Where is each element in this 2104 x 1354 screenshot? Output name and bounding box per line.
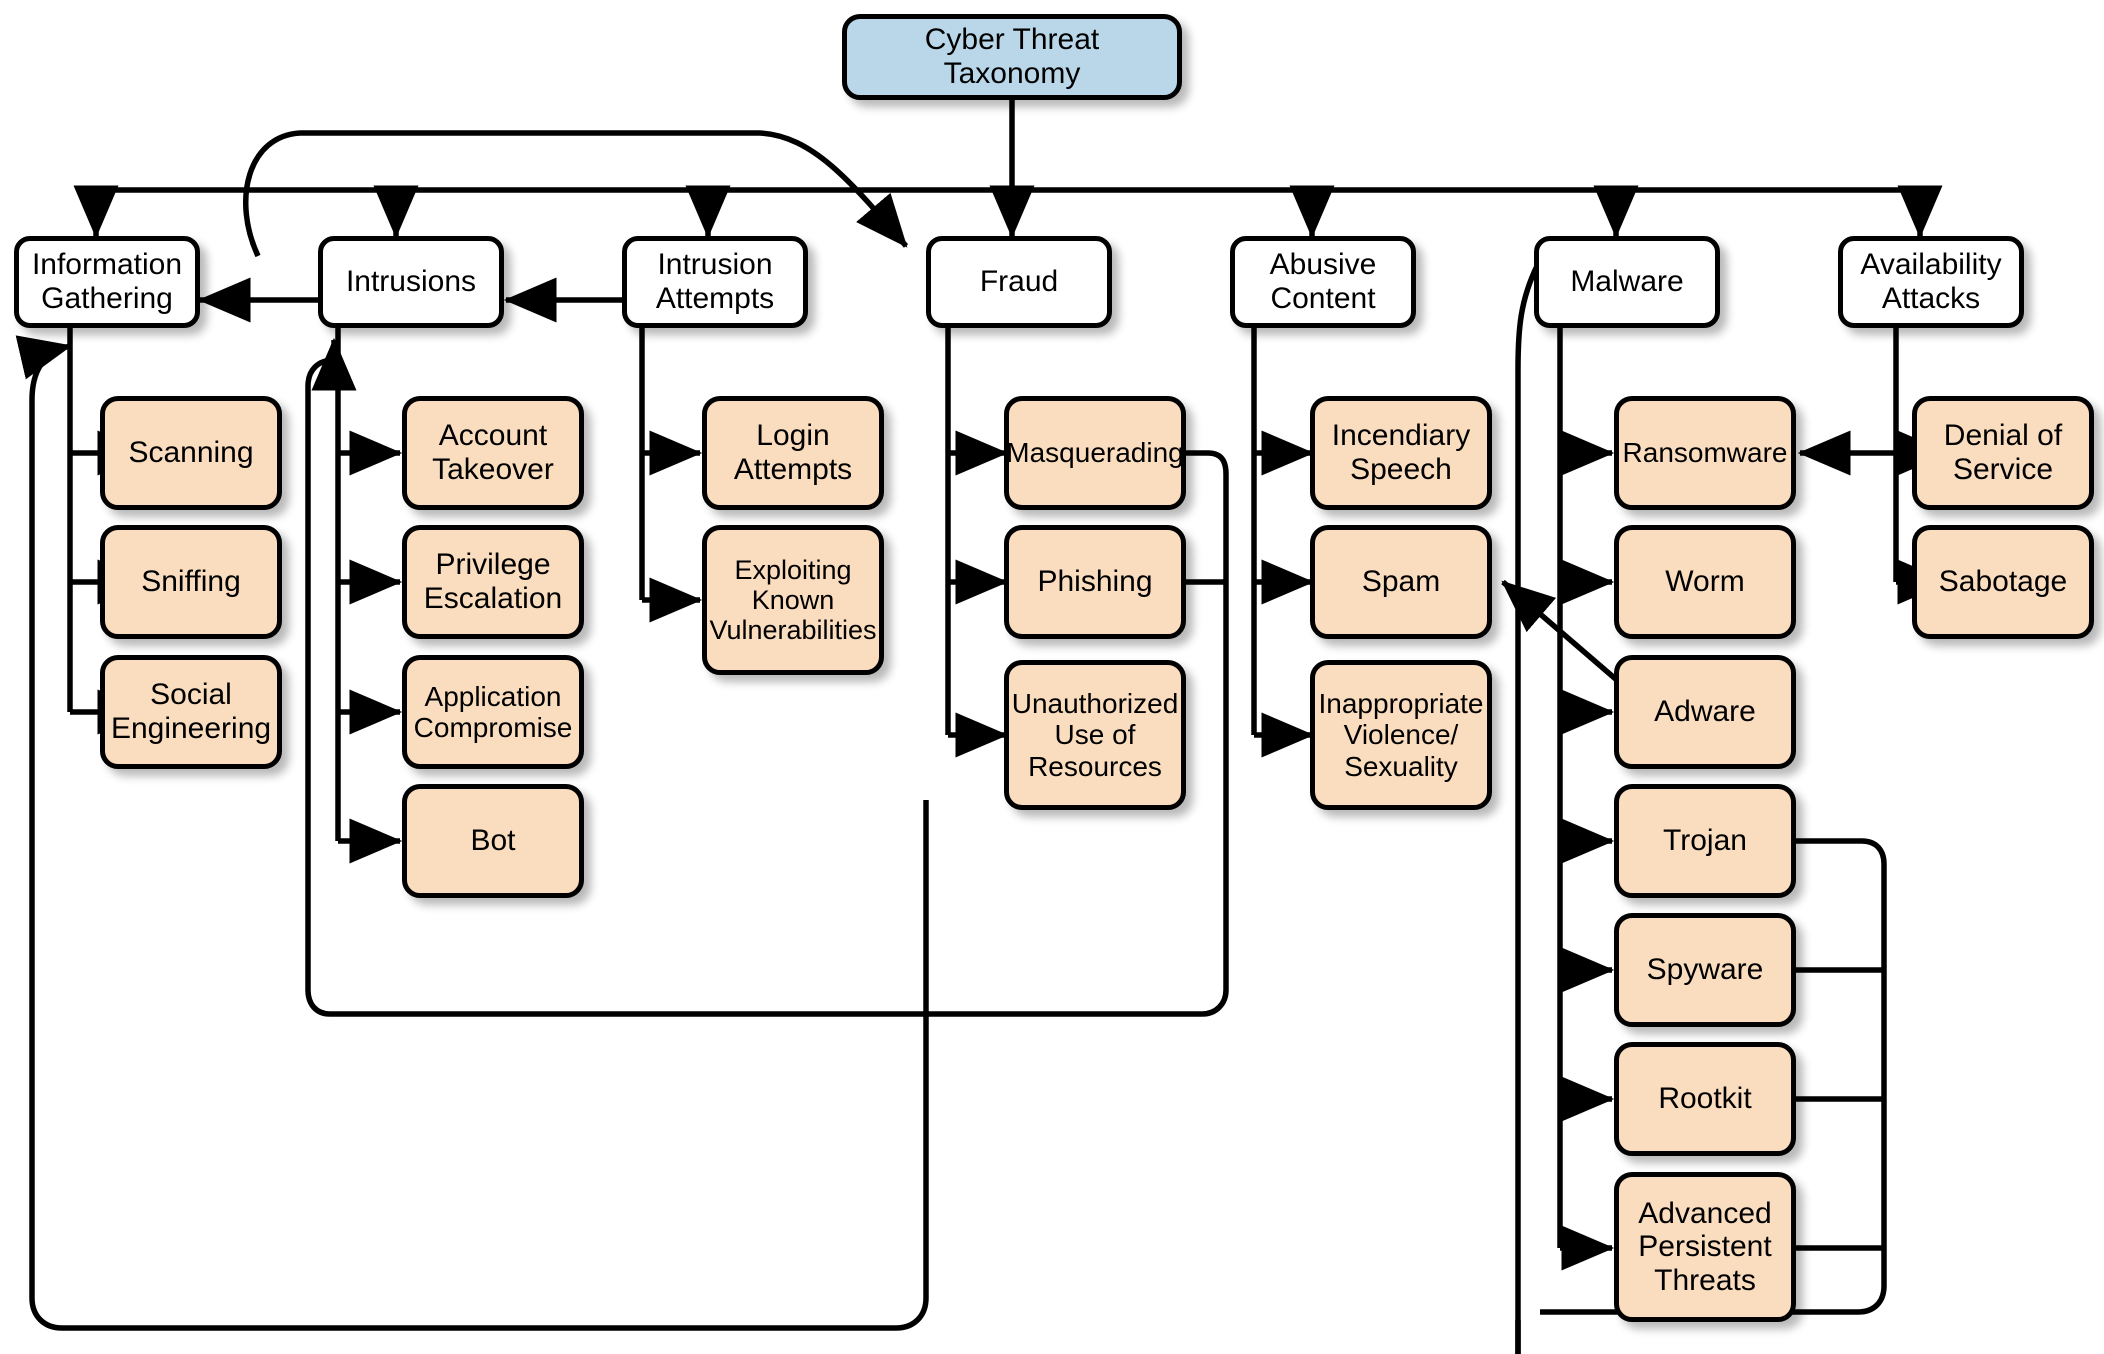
node-social-engineering[interactable]: Social Engineering bbox=[100, 655, 282, 769]
node-root[interactable]: Cyber Threat Taxonomy bbox=[842, 14, 1182, 100]
node-account-takeover-label: Account Takeover bbox=[432, 419, 554, 486]
node-application-compromise-label: Application Compromise bbox=[413, 680, 573, 743]
node-fraud[interactable]: Fraud bbox=[926, 236, 1112, 328]
node-abusive-content-label: Abusive Content bbox=[1269, 248, 1377, 315]
node-login-attempts-label: Login Attempts bbox=[733, 419, 853, 486]
node-adware-label: Adware bbox=[1654, 695, 1756, 729]
node-spam-label: Spam bbox=[1361, 565, 1441, 599]
node-rootkit[interactable]: Rootkit bbox=[1614, 1042, 1796, 1156]
node-rootkit-label: Rootkit bbox=[1658, 1082, 1752, 1116]
node-inappropriate-violence-sexuality-label: Inappropriate Violence/ Sexuality bbox=[1318, 687, 1484, 782]
node-scanning-label: Scanning bbox=[128, 436, 254, 470]
node-information-gathering[interactable]: Information Gathering bbox=[14, 236, 200, 328]
node-trojan-label: Trojan bbox=[1663, 824, 1747, 858]
node-availability-attacks[interactable]: Availability Attacks bbox=[1838, 236, 2024, 328]
node-root-label: Cyber Threat Taxonomy bbox=[924, 23, 1100, 90]
node-incendiary-speech-label: Incendiary Speech bbox=[1331, 419, 1471, 486]
node-advanced-persistent-threats-label: Advanced Persistent Threats bbox=[1638, 1196, 1772, 1297]
node-incendiary-speech[interactable]: Incendiary Speech bbox=[1310, 396, 1492, 510]
node-spyware[interactable]: Spyware bbox=[1614, 913, 1796, 1027]
node-sabotage[interactable]: Sabotage bbox=[1912, 525, 2094, 639]
node-phishing[interactable]: Phishing bbox=[1004, 525, 1186, 639]
node-denial-of-service-label: Denial of Service bbox=[1943, 419, 2063, 486]
node-spyware-label: Spyware bbox=[1646, 953, 1764, 987]
node-login-attempts[interactable]: Login Attempts bbox=[702, 396, 884, 510]
node-scanning[interactable]: Scanning bbox=[100, 396, 282, 510]
node-intrusion-attempts-label: Intrusion Attempts bbox=[655, 248, 775, 315]
node-bot[interactable]: Bot bbox=[402, 784, 584, 898]
node-privilege-escalation[interactable]: Privilege Escalation bbox=[402, 525, 584, 639]
node-denial-of-service[interactable]: Denial of Service bbox=[1912, 396, 2094, 510]
node-adware[interactable]: Adware bbox=[1614, 655, 1796, 769]
node-trojan[interactable]: Trojan bbox=[1614, 784, 1796, 898]
node-privilege-escalation-label: Privilege Escalation bbox=[423, 548, 563, 615]
node-malware[interactable]: Malware bbox=[1534, 236, 1720, 328]
node-unauthorized-use-of-resources-label: Unauthorized Use of Resources bbox=[1011, 687, 1179, 782]
node-malware-label: Malware bbox=[1570, 265, 1684, 299]
node-intrusion-attempts[interactable]: Intrusion Attempts bbox=[622, 236, 808, 328]
taxonomy-diagram: Cyber Threat Taxonomy Information Gather… bbox=[0, 0, 2104, 1354]
node-availability-attacks-label: Availability Attacks bbox=[1860, 248, 2002, 315]
node-masquerading-label: Masquerading bbox=[1006, 437, 1184, 469]
node-fraud-label: Fraud bbox=[979, 265, 1059, 299]
node-unauthorized-use-of-resources[interactable]: Unauthorized Use of Resources bbox=[1004, 660, 1186, 810]
node-social-engineering-label: Social Engineering bbox=[110, 678, 272, 745]
node-bot-label: Bot bbox=[470, 824, 516, 858]
node-worm-label: Worm bbox=[1665, 565, 1745, 599]
node-exploiting-known-vulnerabilities-label: Exploiting Known Vulnerabilities bbox=[709, 554, 877, 646]
node-phishing-label: Phishing bbox=[1037, 565, 1153, 599]
node-application-compromise[interactable]: Application Compromise bbox=[402, 655, 584, 769]
node-account-takeover[interactable]: Account Takeover bbox=[402, 396, 584, 510]
node-abusive-content[interactable]: Abusive Content bbox=[1230, 236, 1416, 328]
node-exploiting-known-vulnerabilities[interactable]: Exploiting Known Vulnerabilities bbox=[702, 525, 884, 675]
node-ransomware[interactable]: Ransomware bbox=[1614, 396, 1796, 510]
node-sabotage-label: Sabotage bbox=[1938, 565, 2068, 599]
node-spam[interactable]: Spam bbox=[1310, 525, 1492, 639]
node-sniffing[interactable]: Sniffing bbox=[100, 525, 282, 639]
node-worm[interactable]: Worm bbox=[1614, 525, 1796, 639]
node-intrusions-label: Intrusions bbox=[345, 265, 477, 299]
node-advanced-persistent-threats[interactable]: Advanced Persistent Threats bbox=[1614, 1172, 1796, 1322]
node-information-gathering-label: Information Gathering bbox=[31, 248, 183, 315]
node-intrusions[interactable]: Intrusions bbox=[318, 236, 504, 328]
node-ransomware-label: Ransomware bbox=[1622, 437, 1788, 469]
node-masquerading[interactable]: Masquerading bbox=[1004, 396, 1186, 510]
node-inappropriate-violence-sexuality[interactable]: Inappropriate Violence/ Sexuality bbox=[1310, 660, 1492, 810]
node-sniffing-label: Sniffing bbox=[141, 565, 241, 599]
